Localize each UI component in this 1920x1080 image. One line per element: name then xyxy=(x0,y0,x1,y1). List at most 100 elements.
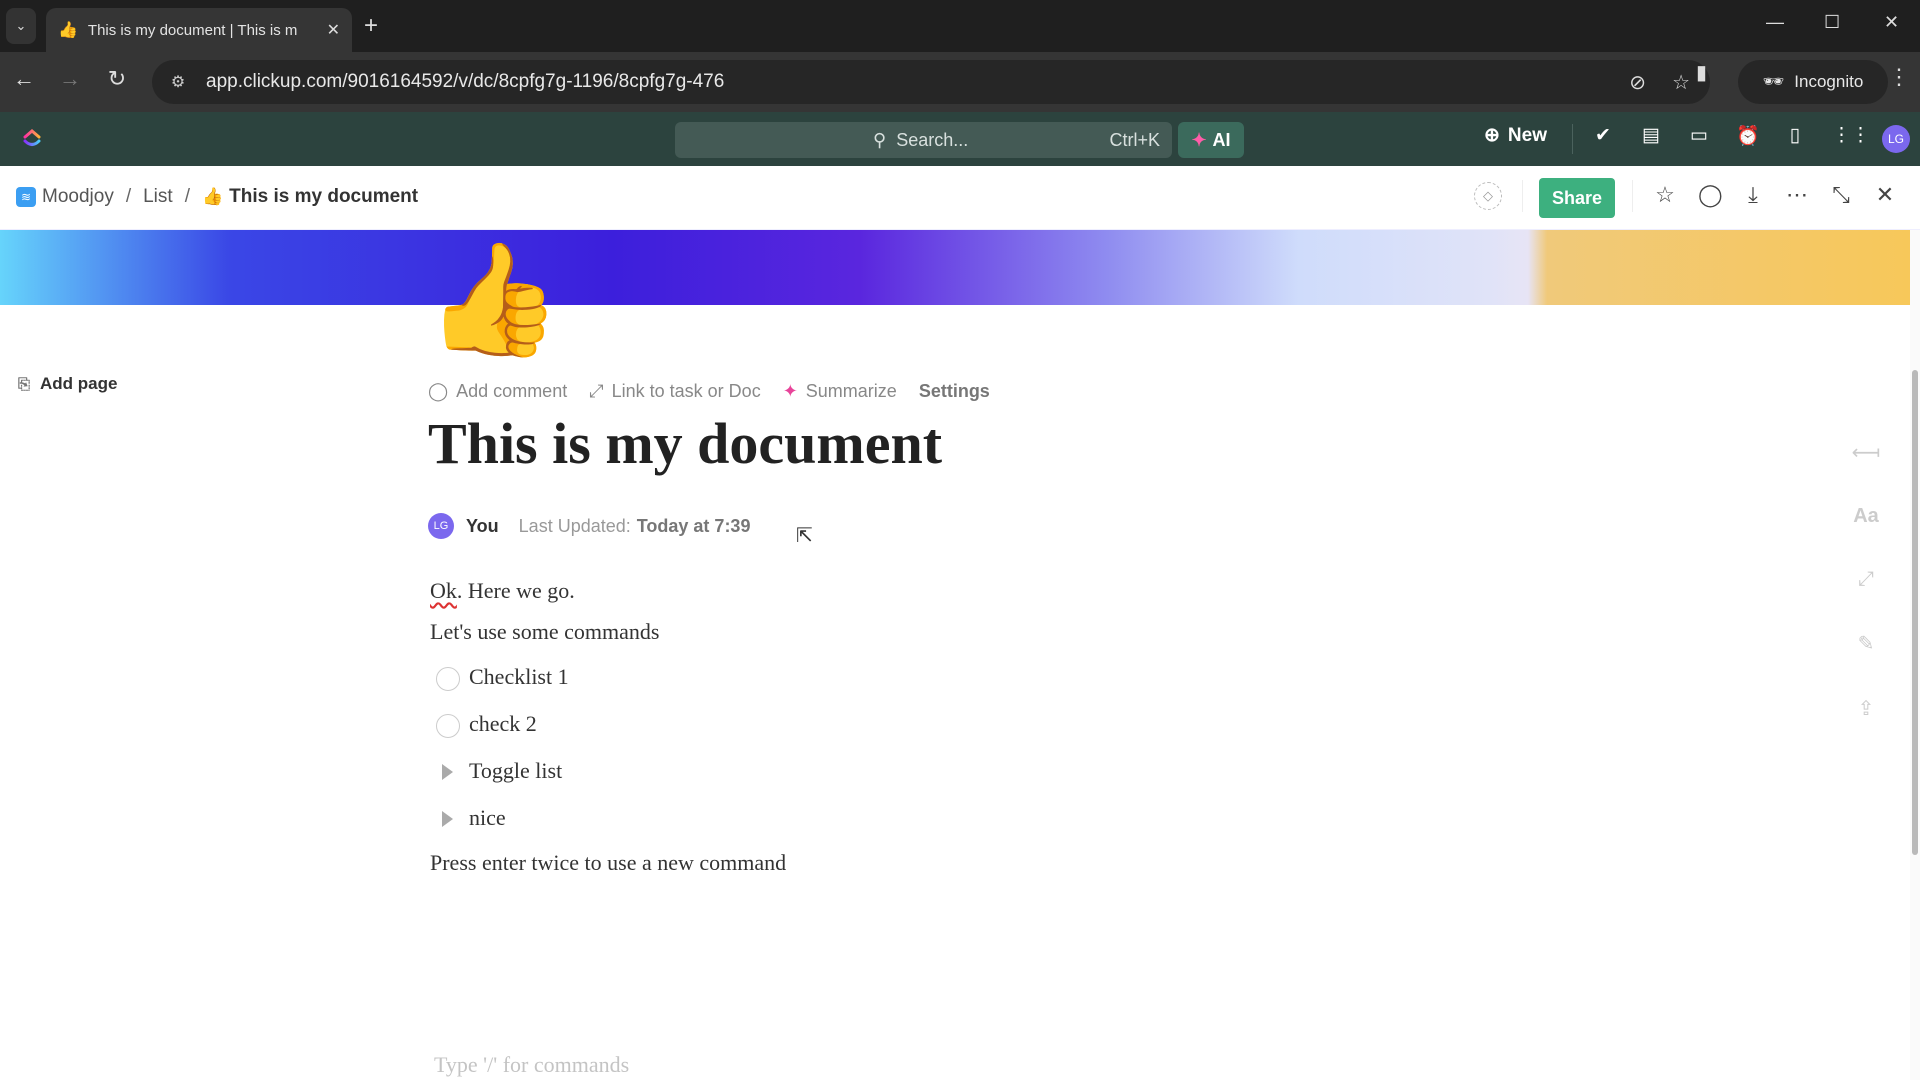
window-close-icon[interactable]: ✕ xyxy=(1884,12,1899,33)
omnibox[interactable]: ⚙ app.clickup.com/9016164592/v/dc/8cpfg7… xyxy=(152,60,1710,104)
summarize-label: Summarize xyxy=(805,381,897,401)
settings-button[interactable]: Settings xyxy=(919,381,990,402)
paragraph-text: . Here we go. xyxy=(456,578,575,603)
minimize-icon[interactable]: — xyxy=(1766,12,1784,33)
toggle-item[interactable]: nice xyxy=(469,805,506,831)
misspelled-word[interactable]: Ok xyxy=(430,578,457,603)
incognito-label: Incognito xyxy=(1794,72,1864,91)
add-comment-button[interactable]: ◯ Add comment xyxy=(428,381,567,402)
tab-title: This is my document | This is m xyxy=(87,21,298,39)
new-button[interactable]: ⊕ New xyxy=(1484,124,1547,147)
paragraph[interactable]: Ok. Here we go. xyxy=(430,578,575,604)
summarize-button[interactable]: ✦ Summarize xyxy=(783,381,897,402)
share-button[interactable]: Share xyxy=(1539,178,1615,218)
checklist-item[interactable]: Checklist 1 xyxy=(469,664,569,690)
cover-banner[interactable] xyxy=(0,230,1910,305)
ai-sparkle-icon: ✦ xyxy=(1191,129,1207,150)
comment-icon: ◯ xyxy=(428,381,449,401)
favorite-star-icon[interactable]: ☆ xyxy=(1654,182,1676,208)
forward-icon[interactable]: → xyxy=(55,66,85,92)
tracking-protection-icon[interactable]: ⊘ xyxy=(1629,70,1646,95)
alarm-clock-icon[interactable]: ⏰ xyxy=(1736,124,1760,148)
toggle-caret-icon[interactable] xyxy=(442,764,453,780)
paragraph[interactable]: Press enter twice to use a new command xyxy=(430,850,786,876)
incognito-icon: 🕶 xyxy=(1762,72,1785,91)
tab-favicon-icon: 👍 xyxy=(58,22,78,39)
url-text[interactable]: app.clickup.com/9016164592/v/dc/8cpfg7g-… xyxy=(206,71,1710,93)
maximize-icon[interactable]: ☐ xyxy=(1824,12,1840,33)
breadcrumb-separator: / xyxy=(184,186,190,207)
last-updated-label: Last Updated: xyxy=(518,515,631,536)
app-top-bar: ⚲ Search... Ctrl+K ✦ AI ⊕ New ✔ ▤ ▭ ⏰ ▯ … xyxy=(0,112,1920,166)
edit-off-icon[interactable]: ✎ xyxy=(1858,631,1875,656)
link-task-button[interactable]: ⤢ Link to task or Doc xyxy=(589,381,760,402)
tag-icon[interactable]: ◇ xyxy=(1474,182,1502,210)
user-avatar[interactable]: LG xyxy=(1882,125,1910,153)
font-size-icon[interactable]: Aa xyxy=(1853,505,1879,528)
more-options-icon[interactable]: ⋯ xyxy=(1786,182,1808,208)
collapse-icon[interactable]: ⤡ xyxy=(1830,182,1852,208)
side-panel-icon[interactable]: ▮ xyxy=(1696,60,1707,85)
page-emoji-icon[interactable]: 👍 xyxy=(425,240,562,360)
collapse-width-icon[interactable]: ⟻ xyxy=(1852,440,1881,465)
global-search[interactable]: ⚲ Search... Ctrl+K xyxy=(675,122,1172,158)
back-icon[interactable]: ← xyxy=(9,66,39,92)
breadcrumb-list[interactable]: List xyxy=(143,186,173,208)
close-doc-icon[interactable]: ✕ xyxy=(1874,182,1896,208)
breadcrumb-doc[interactable]: This is my document xyxy=(229,186,418,208)
document-icon[interactable]: ▯ xyxy=(1784,124,1806,148)
divider xyxy=(1522,180,1523,212)
browser-menu-icon[interactable]: ⋮ xyxy=(1888,64,1910,90)
author-avatar[interactable]: LG xyxy=(428,513,454,539)
apps-grid-icon[interactable]: ⋮⋮ xyxy=(1832,124,1870,148)
plus-circle-icon: ⊕ xyxy=(1484,125,1500,146)
paragraph[interactable]: Let's use some commands xyxy=(430,619,659,645)
browser-tab-strip: ⌄ 👍 This is my document | This is m ✕ + … xyxy=(0,0,1920,52)
add-page-label: Add page xyxy=(40,374,118,393)
breadcrumb-bar: ≋ Moodjoy / List / 👍 This is my document… xyxy=(0,166,1920,230)
link-icon[interactable]: ⤢ xyxy=(1858,568,1874,591)
doc-meta: LG You Last Updated: Today at 7:39 xyxy=(428,513,750,539)
new-tab-button[interactable]: + xyxy=(364,12,378,40)
toggle-caret-icon[interactable] xyxy=(442,811,453,827)
tab-close-icon[interactable]: ✕ xyxy=(327,20,340,40)
checklist-checkbox[interactable] xyxy=(436,714,460,738)
divider xyxy=(1632,180,1633,212)
search-placeholder: Search... xyxy=(896,129,969,150)
doc-emoji-icon: 👍 xyxy=(201,187,224,206)
export-icon[interactable]: ⇪ xyxy=(1858,696,1875,721)
toggle-item[interactable]: Toggle list xyxy=(469,758,562,784)
notepad-icon[interactable]: ▤ xyxy=(1640,124,1662,148)
breadcrumb-space[interactable]: Moodjoy xyxy=(42,186,114,208)
add-page-button[interactable]: ⎘ Add page xyxy=(18,374,117,394)
add-comment-label: Add comment xyxy=(456,381,568,401)
reload-icon[interactable]: ↻ xyxy=(102,66,132,92)
address-bar-row: ← → ↻ ⚙ app.clickup.com/9016164592/v/dc/… xyxy=(0,52,1920,112)
add-page-icon: ⎘ xyxy=(18,375,31,393)
last-updated-value: Today at 7:39 xyxy=(636,515,751,536)
incognito-badge[interactable]: 🕶 Incognito xyxy=(1738,60,1888,104)
browser-tab-active[interactable]: 👍 This is my document | This is m ✕ xyxy=(46,8,352,52)
breadcrumb: ≋ Moodjoy / List / 👍 This is my document xyxy=(16,186,418,208)
download-icon[interactable]: ⤓ xyxy=(1742,182,1764,208)
doc-actions: ◯ Add comment ⤢ Link to task or Doc ✦ Su… xyxy=(428,381,990,402)
editor-placeholder[interactable]: Type '/' for commands xyxy=(434,1052,629,1078)
checklist-checkbox[interactable] xyxy=(436,667,460,691)
scrollbar-thumb[interactable] xyxy=(1912,370,1918,855)
clickup-logo-icon[interactable] xyxy=(20,126,44,150)
ai-label: AI xyxy=(1212,129,1231,150)
space-icon: ≋ xyxy=(16,187,36,207)
site-settings-icon[interactable]: ⚙ xyxy=(158,72,198,92)
author-name[interactable]: You xyxy=(466,516,499,537)
bookmark-star-icon[interactable]: ☆ xyxy=(1672,70,1690,95)
divider xyxy=(1572,124,1573,154)
tab-search-button[interactable]: ⌄ xyxy=(6,8,36,44)
page-title[interactable]: This is my document xyxy=(428,410,942,477)
checklist-item[interactable]: check 2 xyxy=(469,711,537,737)
new-label: New xyxy=(1507,124,1547,146)
search-icon: ⚲ xyxy=(873,129,887,150)
comment-icon[interactable]: ◯ xyxy=(1698,182,1723,208)
ai-button[interactable]: ✦ AI xyxy=(1178,122,1244,158)
video-icon[interactable]: ▭ xyxy=(1688,124,1710,148)
check-circle-icon[interactable]: ✔ xyxy=(1592,124,1614,148)
